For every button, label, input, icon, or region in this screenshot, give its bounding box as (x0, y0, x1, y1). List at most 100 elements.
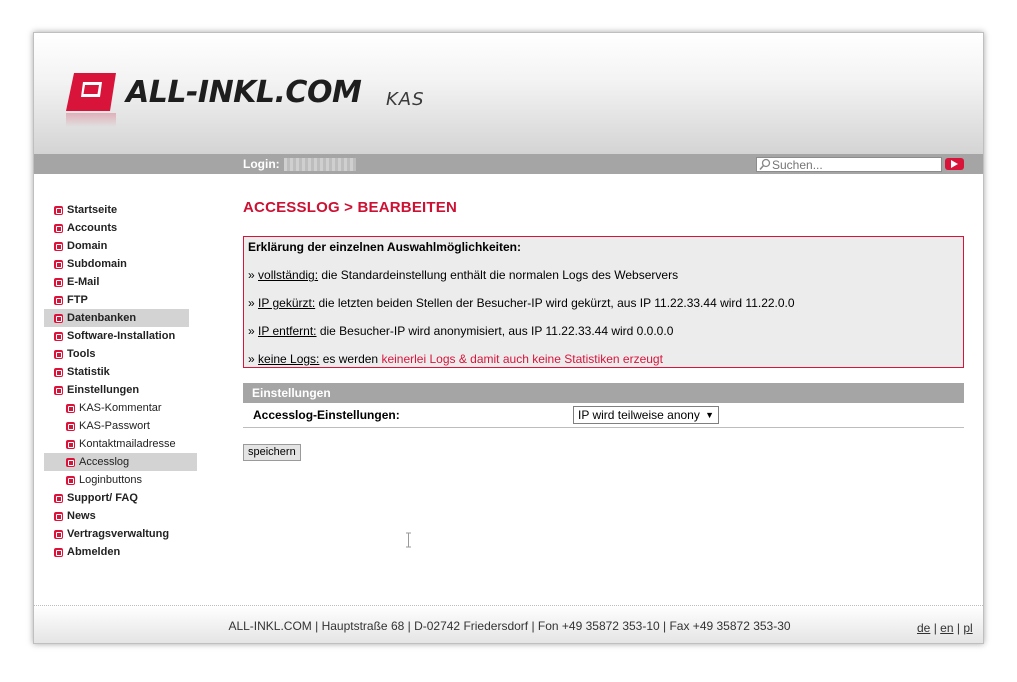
lang-separator: | (930, 621, 941, 635)
sidebar-item-vertragsverwaltung[interactable]: Vertragsverwaltung (44, 525, 204, 543)
sidebar-item-label: Kontaktmailadresse (79, 438, 176, 450)
bullet-arrow-icon (66, 403, 75, 413)
sidebar-item-label: Startseite (67, 204, 118, 216)
bullet-arrow-icon (54, 277, 63, 287)
bullet-arrow-icon (66, 457, 75, 467)
search-box[interactable] (756, 157, 942, 172)
footer: ALL-INKL.COM | Hauptstraße 68 | D-02742 … (34, 606, 983, 643)
sidebar-item-label: Tools (67, 348, 96, 360)
sidebar-item-einstellungen[interactable]: Einstellungen (44, 381, 204, 399)
header: ALL-INKL.COM KAS (34, 33, 983, 154)
bullet-arrow-icon (54, 493, 63, 503)
info-line: » IP entfernt: die Besucher-IP wird anon… (248, 324, 959, 338)
logo-text: ALL-INKL.COM (126, 75, 362, 110)
text-cursor-icon (406, 532, 411, 548)
bullet-arrow-icon (54, 511, 63, 521)
logo-mark-icon (66, 73, 116, 111)
sidebar-item-loginbuttons[interactable]: Loginbuttons (44, 471, 204, 489)
info-bullet: » (248, 296, 259, 310)
info-bullet: » (248, 268, 259, 282)
logo[interactable]: ALL-INKL.COM KAS (66, 69, 426, 127)
sidebar-item-e-mail[interactable]: E-Mail (44, 273, 204, 291)
accesslog-select[interactable]: IP wird teilweise anony ▼ (573, 406, 719, 424)
bullet-arrow-icon (66, 439, 75, 449)
bullet-arrow-icon (54, 331, 63, 341)
info-text: die Standardeinstellung enthält die norm… (318, 268, 679, 282)
sidebar-item-datenbanken[interactable]: Datenbanken (44, 309, 189, 327)
sidebar-item-label: E-Mail (67, 276, 100, 288)
search-icon (759, 158, 771, 171)
lang-link-pl[interactable]: pl (963, 621, 972, 635)
sidebar-item-label: Support/ FAQ (67, 492, 138, 504)
sidebar-item-label: Accounts (67, 222, 118, 234)
bullet-arrow-icon (54, 205, 63, 215)
bullet-arrow-icon (54, 367, 63, 377)
info-line: » vollständig: die Standardeinstellung e… (248, 268, 959, 282)
sidebar-item-kas-kommentar[interactable]: KAS-Kommentar (44, 399, 204, 417)
sidebar-item-label: Abmelden (67, 546, 121, 558)
language-links: de | en | pl (917, 621, 973, 635)
lang-link-de[interactable]: de (917, 621, 930, 635)
info-bullet: » (248, 324, 259, 338)
browser-window: ALL-INKL.COM KAS Login: Startseite Accoun… (33, 32, 984, 644)
sidebar-item-label: Datenbanken (67, 312, 137, 324)
sidebar-item-label: Accesslog (79, 456, 130, 468)
info-heading: Erklärung der einzelnen Auswahlmöglichke… (248, 240, 521, 254)
sidebar-item-software-installation[interactable]: Software-Installation (44, 327, 204, 345)
bullet-arrow-icon (54, 241, 63, 251)
bullet-arrow-icon (66, 421, 75, 431)
sidebar-item-label: Einstellungen (67, 384, 140, 396)
sidebar-item-label: Subdomain (67, 258, 127, 270)
sidebar-item-tools[interactable]: Tools (44, 345, 204, 363)
info-term: vollständig: (258, 268, 319, 282)
bullet-arrow-icon (54, 349, 63, 359)
bullet-arrow-icon (54, 223, 63, 233)
bullet-arrow-icon (54, 313, 63, 323)
login-label: Login: (243, 157, 280, 171)
sidebar-item-label: Statistik (67, 366, 110, 378)
lang-separator: | (953, 621, 964, 635)
info-text: es werden (319, 352, 382, 366)
sidebar-item-accounts[interactable]: Accounts (44, 219, 204, 237)
footer-address: ALL-INKL.COM | Hauptstraße 68 | D-02742 … (228, 619, 791, 633)
search-submit-button[interactable] (945, 158, 964, 170)
top-bar: Login: (34, 154, 983, 174)
sidebar-item-kas-passwort[interactable]: KAS-Passwort (44, 417, 204, 435)
info-text: die Besucher-IP wird anonymisiert, aus I… (316, 324, 674, 338)
sidebar-item-label: Loginbuttons (79, 474, 142, 486)
sidebar-item-ftp[interactable]: FTP (44, 291, 204, 309)
lang-link-en[interactable]: en (940, 621, 953, 635)
info-bullet: » (248, 352, 259, 366)
logo-reflection (66, 113, 116, 127)
info-line: » IP gekürzt: die letzten beiden Stellen… (248, 296, 959, 310)
info-box: Erklärung der einzelnen Auswahlmöglichke… (243, 236, 964, 368)
sidebar-item-label: KAS-Kommentar (79, 402, 162, 414)
sidebar-item-startseite[interactable]: Startseite (44, 201, 204, 219)
search-input[interactable] (772, 158, 932, 171)
sidebar-item-label: Software-Installation (67, 330, 176, 342)
bullet-arrow-icon (66, 475, 75, 485)
sidebar-item-label: Vertragsverwaltung (67, 528, 170, 540)
sidebar-item-label: FTP (67, 294, 88, 306)
sidebar-item-statistik[interactable]: Statistik (44, 363, 204, 381)
sidebar-item-abmelden[interactable]: Abmelden (44, 543, 204, 561)
sidebar-item-label: KAS-Passwort (79, 420, 150, 432)
sidebar-item-kontaktmailadresse[interactable]: Kontaktmailadresse (44, 435, 204, 453)
sidebar-item-subdomain[interactable]: Subdomain (44, 255, 204, 273)
info-term: IP entfernt: (258, 324, 317, 338)
sidebar-item-accesslog[interactable]: Accesslog (44, 453, 197, 471)
save-button[interactable]: speichern (243, 444, 301, 461)
settings-row: Accesslog-Einstellungen: IP wird teilwei… (243, 403, 964, 428)
info-term: keine Logs: (258, 352, 320, 366)
bullet-arrow-icon (54, 259, 63, 269)
bullet-arrow-icon (54, 547, 63, 557)
info-line: » keine Logs: es werden keinerlei Logs &… (248, 352, 959, 366)
info-text: die letzten beiden Stellen der Besucher-… (315, 296, 795, 310)
sidebar-item-label: Domain (67, 240, 108, 252)
settings-header: Einstellungen (243, 383, 964, 403)
sidebar-item-domain[interactable]: Domain (44, 237, 204, 255)
logo-suffix: KAS (386, 89, 425, 110)
sidebar-item-news[interactable]: News (44, 507, 204, 525)
page-title: ACCESSLOG > BEARBEITEN (243, 199, 458, 216)
sidebar-item-support-faq[interactable]: Support/ FAQ (44, 489, 204, 507)
